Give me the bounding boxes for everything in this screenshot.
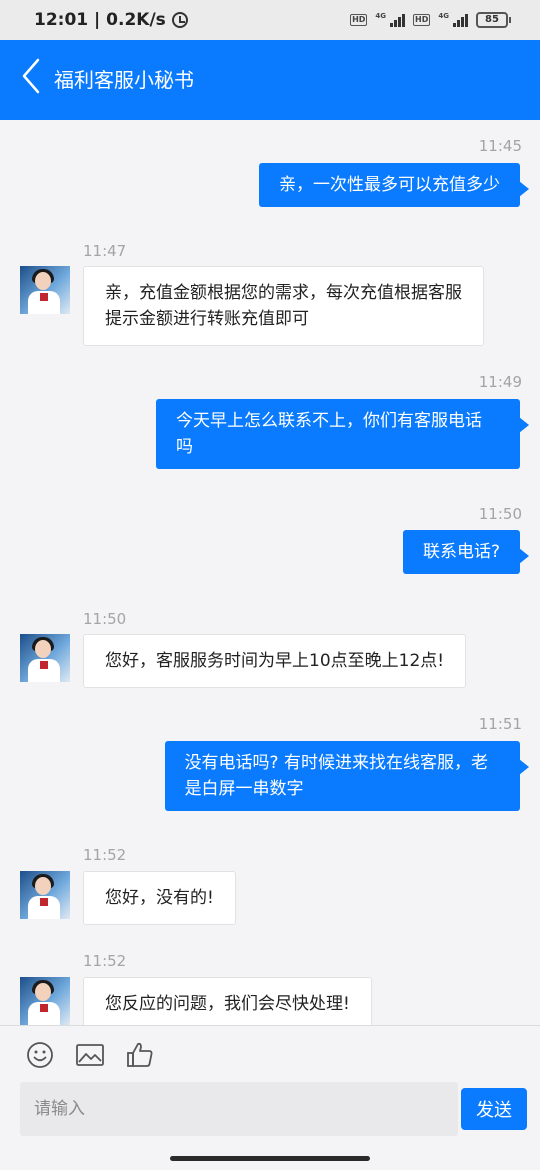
alarm-icon (171, 12, 188, 28)
chat-message-list[interactable]: 11:45 亲，一次性最多可以充值多少 11:47 亲，充值金额根据您的需求，每… (0, 120, 540, 1025)
message-text-line: 亲，充值金额根据您的需求，每次充值根据客服 (105, 283, 462, 303)
status-time-speed: 12:01 | 0.2K/s (34, 10, 166, 30)
chat-header: 福利客服小秘书 (0, 40, 540, 120)
message-time: 11:50 (83, 610, 127, 628)
message-text: 您好，没有的! (105, 888, 214, 908)
hd-badge: HD (350, 14, 368, 26)
message-text-line: 没有电话吗? 有时候进来找在线客服，老 (184, 753, 488, 773)
network-type: 4G (375, 12, 387, 20)
incoming-message-bubble[interactable]: 您反应的问题，我们会尽快处理! (83, 977, 372, 1025)
input-row: 发送 (0, 1080, 540, 1140)
emoji-button[interactable] (25, 1040, 55, 1070)
message-text: 联系电话? (422, 542, 500, 562)
outgoing-message-bubble[interactable]: 今天早上怎么联系不上，你们有客服电话 吗 (156, 399, 529, 469)
signal-icon (453, 13, 468, 27)
home-indicator[interactable] (170, 1156, 370, 1161)
message-time: 11:47 (83, 242, 127, 260)
agent-avatar (20, 634, 70, 682)
send-button[interactable]: 发送 (461, 1088, 527, 1130)
back-chevron-icon (22, 58, 40, 94)
message-time: 11:49 (478, 373, 522, 391)
status-right: HD 4G HD 4G 85 (350, 12, 511, 28)
agent-avatar (20, 266, 70, 314)
message-text-line: 提示金额进行转账充值即可 (105, 309, 309, 329)
image-icon (76, 1044, 104, 1066)
input-toolbar (0, 1025, 540, 1085)
agent-avatar (20, 871, 70, 919)
message-time: 11:52 (83, 846, 127, 864)
outgoing-message-bubble[interactable]: 亲，一次性最多可以充值多少 (259, 163, 529, 207)
network-type: 4G (438, 12, 449, 20)
message-time: 11:51 (478, 715, 522, 733)
message-input[interactable] (20, 1082, 458, 1136)
page-title: 福利客服小秘书 (54, 68, 194, 92)
message-text-line: 吗 (176, 437, 193, 457)
message-text-line: 是白屏一串数字 (184, 779, 304, 799)
message-time: 11:45 (478, 137, 522, 155)
emoji-icon (27, 1042, 53, 1068)
message-text: 您反应的问题，我们会尽快处理! (105, 994, 350, 1014)
message-text-line: 今天早上怎么联系不上，你们有客服电话 (176, 411, 482, 431)
image-button[interactable] (75, 1040, 105, 1070)
incoming-message-bubble[interactable]: 亲，充值金额根据您的需求，每次充值根据客服 提示金额进行转账充值即可 (83, 266, 484, 346)
message-text: 您好，客服服务时间为早上10点至晚上12点! (105, 651, 445, 671)
agent-avatar (20, 977, 70, 1025)
thumbs-up-icon (127, 1042, 153, 1067)
message-time: 11:50 (478, 505, 522, 523)
outgoing-message-bubble[interactable]: 没有电话吗? 有时候进来找在线客服，老 是白屏一串数字 (164, 741, 530, 811)
hd-badge: HD (413, 14, 431, 26)
signal-icon (390, 13, 406, 27)
like-button[interactable] (125, 1040, 155, 1070)
incoming-message-bubble[interactable]: 您好，客服服务时间为早上10点至晚上12点! (83, 634, 467, 688)
status-bar: 12:01 | 0.2K/s HD 4G HD 4G 85 (0, 0, 540, 40)
status-left: 12:01 | 0.2K/s (34, 10, 188, 30)
back-button[interactable] (14, 54, 54, 98)
outgoing-message-bubble[interactable]: 联系电话? (402, 530, 530, 574)
message-text: 亲，一次性最多可以充值多少 (279, 175, 500, 195)
battery-icon: 85 (476, 12, 511, 28)
incoming-message-bubble[interactable]: 您好，没有的! (83, 871, 236, 925)
message-time: 11:52 (83, 952, 127, 970)
